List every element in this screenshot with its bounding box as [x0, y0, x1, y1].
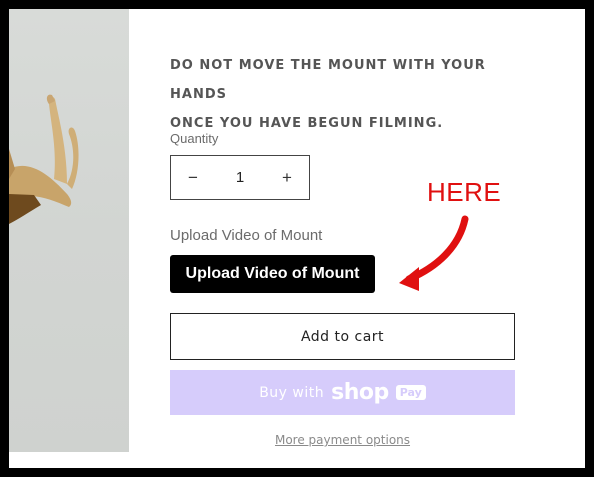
image-bottom-strip: [9, 452, 129, 468]
minus-icon: −: [188, 167, 198, 187]
decrement-button[interactable]: −: [171, 156, 215, 199]
upload-label: Upload Video of Mount: [170, 227, 323, 244]
buy-with-label: Buy with: [259, 384, 325, 401]
plus-icon: +: [282, 167, 292, 187]
warning-line-2: ONCE YOU HAVE BEGUN FILMING.: [170, 116, 444, 131]
pay-badge: Pay: [395, 385, 426, 400]
buy-with-shop-pay-button[interactable]: Buy with shop Pay: [170, 370, 515, 415]
product-page: DO NOT MOVE THE MOUNT WITH YOUR HANDS ON…: [9, 9, 585, 468]
warning-line-1: DO NOT MOVE THE MOUNT WITH YOUR HANDS: [170, 58, 486, 102]
filming-warning: DO NOT MOVE THE MOUNT WITH YOUR HANDS ON…: [170, 51, 530, 138]
quantity-label: Quantity: [170, 131, 219, 146]
quantity-input[interactable]: 1: [215, 169, 265, 186]
more-payment-options-link[interactable]: More payment options: [170, 433, 515, 447]
upload-video-button[interactable]: Upload Video of Mount: [170, 255, 375, 293]
shop-logo: shop: [331, 380, 389, 405]
increment-button[interactable]: +: [265, 156, 309, 199]
quantity-stepper: − 1 +: [170, 155, 310, 200]
here-annotation: HERE: [427, 177, 502, 207]
red-arrow-icon: [399, 215, 469, 291]
product-image: [9, 9, 129, 452]
add-to-cart-button[interactable]: Add to cart: [170, 313, 515, 360]
